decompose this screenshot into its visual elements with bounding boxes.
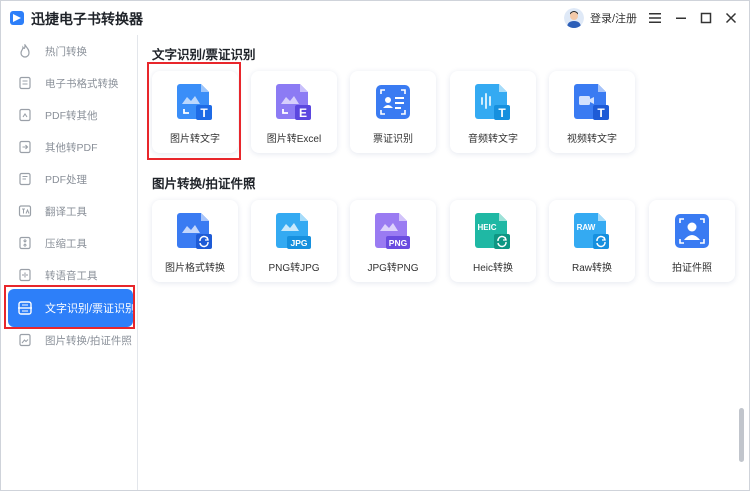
app-window: 迅捷电子书转换器 登录/注册 热门转换 电子书格式转换 PDF转其他 其他转PD… bbox=[0, 0, 750, 491]
sidebar-item-ebook[interactable]: 电子书格式转换 bbox=[8, 68, 133, 98]
card-id-card-scan[interactable]: 票证识别 bbox=[350, 71, 436, 153]
to-pdf-icon bbox=[17, 139, 33, 155]
heic-convert-icon: HEIC bbox=[475, 213, 510, 249]
svg-text:HEIC: HEIC bbox=[477, 223, 496, 232]
pdf-process-icon bbox=[17, 171, 33, 187]
ocr-icon bbox=[17, 300, 33, 316]
id-card-scan-icon bbox=[376, 85, 410, 119]
user-avatar-icon bbox=[564, 8, 584, 28]
avatar bbox=[564, 8, 584, 28]
svg-text:T: T bbox=[498, 106, 506, 120]
sidebar: 热门转换 电子书格式转换 PDF转其他 其他转PDF PDF处理 翻译工具 压缩… bbox=[1, 35, 138, 490]
pdf-convert-icon bbox=[17, 107, 33, 123]
card-heic-convert[interactable]: HEIC Heic转换 bbox=[450, 200, 536, 282]
section-title-ocr: 文字识别/票证识别 bbox=[152, 48, 256, 62]
card-jpg-to-png[interactable]: PNG JPG转PNG bbox=[350, 200, 436, 282]
card-image-to-text[interactable]: T 图片转文字 bbox=[152, 71, 238, 153]
sidebar-item-pdf-to-other[interactable]: PDF转其他 bbox=[8, 100, 133, 130]
card-id-photo[interactable]: 拍证件照 bbox=[649, 200, 735, 282]
voice-icon bbox=[17, 267, 33, 283]
png-to-jpg-icon: JPG bbox=[276, 213, 311, 249]
menu-button[interactable] bbox=[646, 9, 664, 27]
card-video-to-text[interactable]: T 视频转文字 bbox=[549, 71, 635, 153]
svg-text:T: T bbox=[200, 106, 208, 120]
card-png-to-jpg[interactable]: JPG PNG转JPG bbox=[251, 200, 337, 282]
section-title-image: 图片转换/拍证件照 bbox=[152, 177, 256, 191]
maximize-icon bbox=[700, 12, 712, 24]
fire-icon bbox=[17, 43, 33, 59]
hamburger-menu-icon bbox=[649, 13, 661, 23]
sidebar-item-hot[interactable]: 热门转换 bbox=[8, 36, 133, 66]
minimize-icon bbox=[676, 17, 686, 19]
scrollbar-thumb[interactable] bbox=[739, 408, 744, 462]
audio-to-text-icon: T bbox=[475, 84, 510, 120]
compress-icon bbox=[17, 235, 33, 251]
card-raw-convert[interactable]: RAW Raw转换 bbox=[549, 200, 635, 282]
login-label: 登录/注册 bbox=[590, 13, 638, 25]
ebook-icon bbox=[17, 75, 33, 91]
sidebar-item-translate[interactable]: 翻译工具 bbox=[8, 196, 133, 226]
card-image-format-convert[interactable]: 图片格式转换 bbox=[152, 200, 238, 282]
svg-text:RAW: RAW bbox=[577, 223, 596, 232]
app-title: 迅捷电子书转换器 bbox=[31, 11, 143, 27]
login-button[interactable]: 登录/注册 bbox=[564, 8, 637, 28]
image-convert-icon bbox=[17, 332, 33, 348]
card-audio-to-text[interactable]: T 音频转文字 bbox=[450, 71, 536, 153]
translate-icon bbox=[17, 203, 33, 219]
title-bar: 迅捷电子书转换器 登录/注册 bbox=[1, 1, 749, 35]
id-photo-icon bbox=[675, 214, 709, 248]
video-to-text-icon: T bbox=[574, 84, 609, 120]
svg-text:T: T bbox=[597, 106, 605, 120]
minimize-button[interactable] bbox=[672, 9, 690, 27]
raw-convert-icon: RAW bbox=[574, 213, 609, 249]
svg-text:E: E bbox=[299, 106, 307, 120]
image-to-text-icon: T bbox=[177, 84, 212, 120]
sidebar-item-image-convert[interactable]: 图片转换/拍证件照 bbox=[8, 325, 133, 355]
jpg-to-png-icon: PNG bbox=[375, 213, 410, 249]
close-button[interactable] bbox=[722, 9, 740, 27]
svg-text:JPG: JPG bbox=[290, 238, 307, 248]
svg-text:PNG: PNG bbox=[389, 238, 408, 248]
sidebar-item-ocr[interactable]: 文字识别/票证识别 bbox=[8, 289, 136, 327]
image-format-icon bbox=[177, 213, 212, 249]
close-icon bbox=[725, 12, 737, 24]
card-image-to-excel[interactable]: E 图片转Excel bbox=[251, 71, 337, 153]
sidebar-item-pdf-process[interactable]: PDF处理 bbox=[8, 164, 133, 194]
sidebar-item-other-to-pdf[interactable]: 其他转PDF bbox=[8, 132, 133, 162]
app-logo-icon bbox=[10, 11, 24, 25]
image-to-excel-icon: E bbox=[276, 84, 311, 120]
sidebar-item-compress[interactable]: 压缩工具 bbox=[8, 228, 133, 258]
maximize-button[interactable] bbox=[697, 9, 715, 27]
sidebar-item-voice[interactable]: 转语音工具 bbox=[8, 260, 133, 290]
